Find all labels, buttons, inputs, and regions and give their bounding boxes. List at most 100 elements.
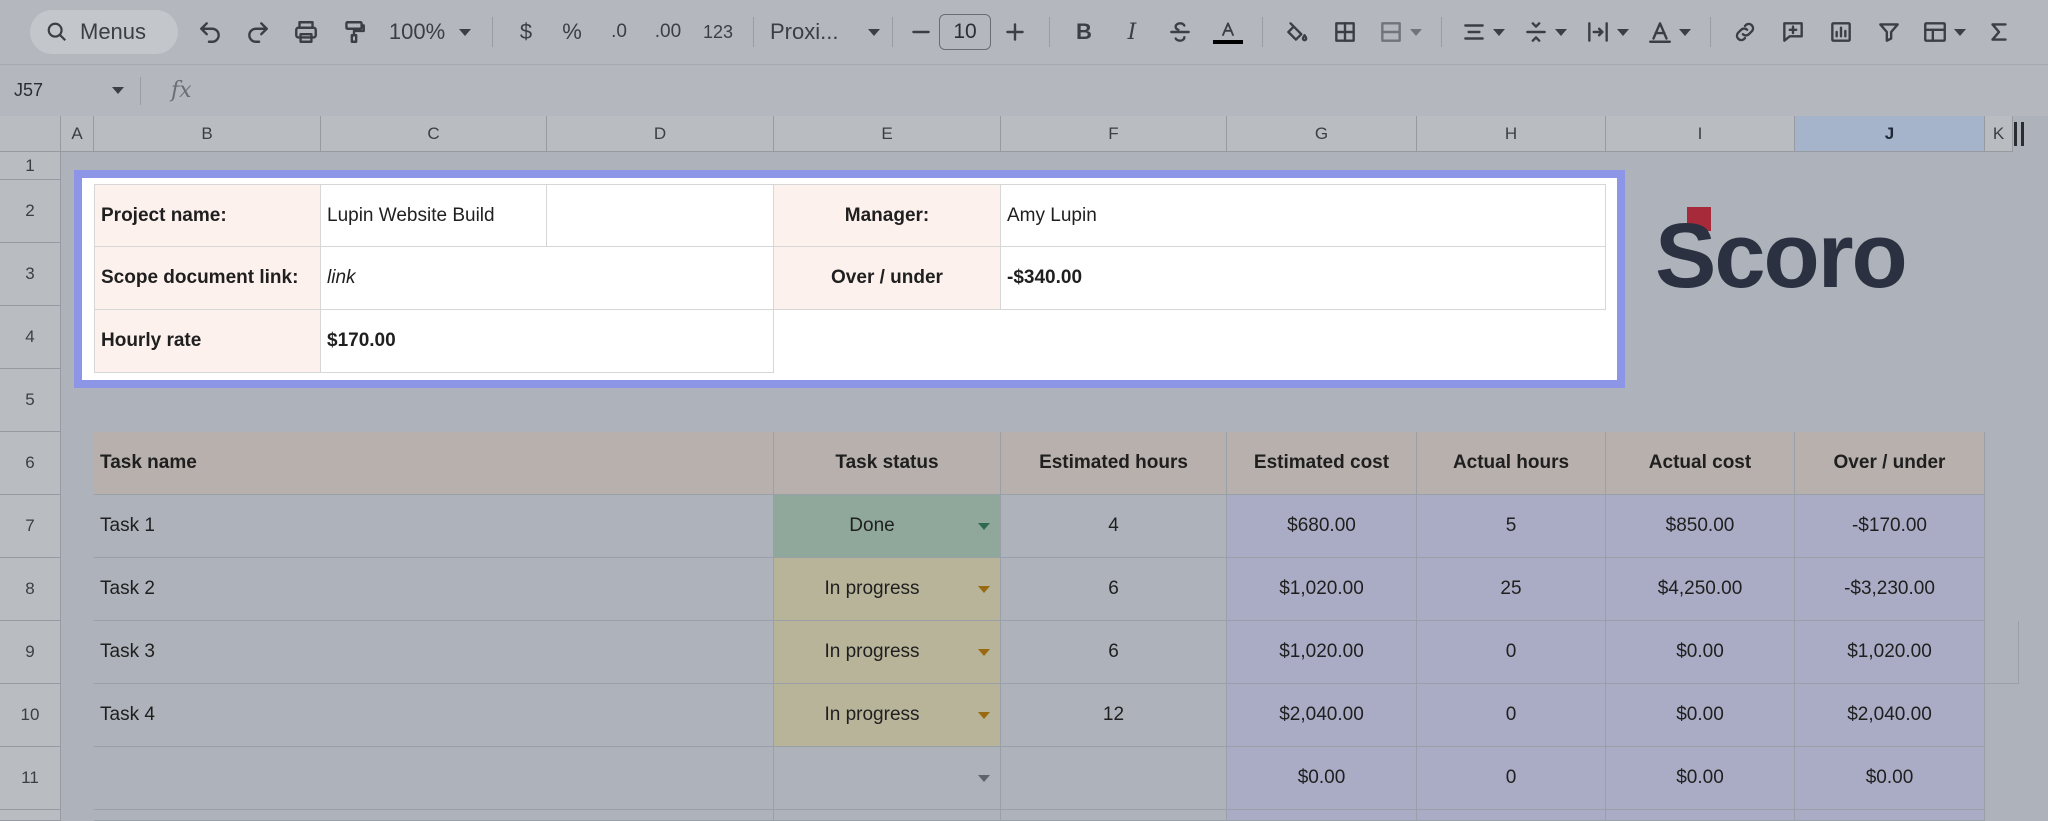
font-size-decrease-icon[interactable] [903, 12, 939, 52]
estimated-hours-cell[interactable] [1001, 747, 1227, 810]
bold-button[interactable]: B [1060, 12, 1108, 52]
strikethrough-icon[interactable] [1156, 12, 1204, 52]
column-resize-handle[interactable] [2014, 122, 2017, 146]
task-name-cell[interactable]: Task 2 [94, 558, 774, 621]
project-name-label[interactable]: Project name: [94, 184, 321, 247]
align-vertical-icon[interactable] [1514, 12, 1576, 52]
task-name-cell[interactable] [94, 747, 774, 810]
actual-hours-cell[interactable]: 0 [1417, 621, 1606, 684]
column-header-i[interactable]: I [1606, 116, 1795, 152]
row-header-8[interactable]: 8 [0, 558, 61, 621]
header-over-under[interactable]: Over / under [1795, 432, 1985, 495]
task-name-cell[interactable]: Task 1 [94, 495, 774, 558]
estimated-hours-cell[interactable]: 6 [1001, 558, 1227, 621]
table-view-icon[interactable] [1913, 12, 1975, 52]
row-header-3[interactable]: 3 [0, 243, 61, 306]
increase-decimal-button[interactable]: .00 [643, 12, 693, 52]
italic-button[interactable]: I [1108, 12, 1156, 52]
chevron-down-icon[interactable] [978, 649, 990, 656]
column-header-h[interactable]: H [1417, 116, 1606, 152]
currency-button[interactable]: $ [503, 12, 549, 52]
link-icon[interactable] [1721, 12, 1769, 52]
menus-search[interactable]: Menus [30, 10, 178, 54]
text-color-icon[interactable] [1204, 12, 1252, 52]
row-header-11[interactable]: 11 [0, 747, 61, 810]
task-status-dropdown[interactable]: Done [774, 495, 1001, 558]
undo-icon[interactable] [186, 12, 234, 52]
over-under-cell[interactable]: $0.00 [1795, 747, 1985, 810]
font-size-input[interactable]: 10 [939, 14, 991, 50]
header-task-status[interactable]: Task status [774, 432, 1001, 495]
row-header-5[interactable]: 5 [0, 369, 61, 432]
comment-icon[interactable] [1769, 12, 1817, 52]
column-header-g[interactable]: G [1227, 116, 1417, 152]
column-resize-handle[interactable] [2021, 122, 2024, 146]
actual-cost-cell[interactable]: $0.00 [1606, 621, 1795, 684]
task-status-dropdown[interactable]: In progress [774, 684, 1001, 747]
align-horizontal-icon[interactable] [1452, 12, 1514, 52]
estimated-cost-cell[interactable]: $1,020.00 [1227, 558, 1417, 621]
over-under-cell[interactable]: $1,020.00 [1795, 621, 1985, 684]
header-estimated-hours[interactable]: Estimated hours [1001, 432, 1227, 495]
paint-format-icon[interactable] [330, 12, 378, 52]
row-header-12[interactable] [0, 810, 61, 821]
percent-button[interactable]: % [549, 12, 595, 52]
task-status-dropdown[interactable]: In progress [774, 558, 1001, 621]
task-name-cell[interactable]: Task 4 [94, 684, 774, 747]
hourly-rate-label[interactable]: Hourly rate [94, 310, 321, 373]
over-under-cell[interactable]: $2,040.00 [1795, 684, 1985, 747]
column-header-e[interactable]: E [774, 116, 1001, 152]
header-task-name[interactable]: Task name [94, 432, 774, 495]
header-estimated-cost[interactable]: Estimated cost [1227, 432, 1417, 495]
chevron-down-icon[interactable] [978, 775, 990, 782]
empty-cell[interactable] [1985, 621, 2019, 684]
number-format-button[interactable]: 123 [693, 12, 743, 52]
header-actual-cost[interactable]: Actual cost [1606, 432, 1795, 495]
row-header-7[interactable]: 7 [0, 495, 61, 558]
actual-hours-cell[interactable]: 25 [1417, 558, 1606, 621]
estimated-hours-cell[interactable]: 6 [1001, 621, 1227, 684]
actual-cost-cell[interactable]: $850.00 [1606, 495, 1795, 558]
actual-cost-cell[interactable]: $4,250.00 [1606, 558, 1795, 621]
empty-cell[interactable] [774, 810, 1001, 821]
manager-value[interactable]: Amy Lupin [1001, 184, 1606, 247]
over-under-label[interactable]: Over / under [774, 247, 1001, 310]
select-all-corner[interactable] [0, 116, 61, 152]
scope-document-label[interactable]: Scope document link: [94, 247, 321, 310]
estimated-cost-cell[interactable]: $0.00 [1227, 747, 1417, 810]
empty-cell[interactable] [1417, 810, 1606, 821]
chart-icon[interactable] [1817, 12, 1865, 52]
chevron-down-icon[interactable] [978, 712, 990, 719]
estimated-hours-cell[interactable]: 4 [1001, 495, 1227, 558]
task-name-cell[interactable]: Task 3 [94, 621, 774, 684]
project-name-value[interactable]: Lupin Website Build [321, 184, 547, 247]
estimated-cost-cell[interactable]: $2,040.00 [1227, 684, 1417, 747]
text-rotation-icon[interactable] [1638, 12, 1700, 52]
column-header-d[interactable]: D [547, 116, 774, 152]
column-header-b[interactable]: B [94, 116, 321, 152]
hourly-rate-value[interactable]: $170.00 [321, 310, 774, 373]
estimated-hours-cell[interactable]: 12 [1001, 684, 1227, 747]
column-header-a[interactable]: A [61, 116, 94, 152]
column-header-j[interactable]: J [1795, 116, 1985, 152]
functions-icon[interactable] [1975, 12, 2023, 52]
font-size-increase-icon[interactable] [991, 12, 1039, 52]
actual-hours-cell[interactable]: 0 [1417, 684, 1606, 747]
empty-cell[interactable] [1001, 810, 1227, 821]
empty-cell[interactable] [1227, 810, 1417, 821]
actual-cost-cell[interactable]: $0.00 [1606, 684, 1795, 747]
empty-cell[interactable] [94, 810, 774, 821]
estimated-cost-cell[interactable]: $1,020.00 [1227, 621, 1417, 684]
actual-hours-cell[interactable]: 0 [1417, 747, 1606, 810]
header-actual-hours[interactable]: Actual hours [1417, 432, 1606, 495]
name-box[interactable]: J57 [0, 80, 140, 101]
column-header-k[interactable]: K [1985, 116, 2013, 152]
filter-icon[interactable] [1865, 12, 1913, 52]
fill-color-icon[interactable] [1273, 12, 1321, 52]
row-header-6[interactable]: 6 [0, 432, 61, 495]
estimated-cost-cell[interactable]: $680.00 [1227, 495, 1417, 558]
over-under-value[interactable]: -$340.00 [1001, 247, 1606, 310]
manager-label[interactable]: Manager: [774, 184, 1001, 247]
task-status-dropdown[interactable] [774, 747, 1001, 810]
over-under-cell[interactable]: -$3,230.00 [1795, 558, 1985, 621]
